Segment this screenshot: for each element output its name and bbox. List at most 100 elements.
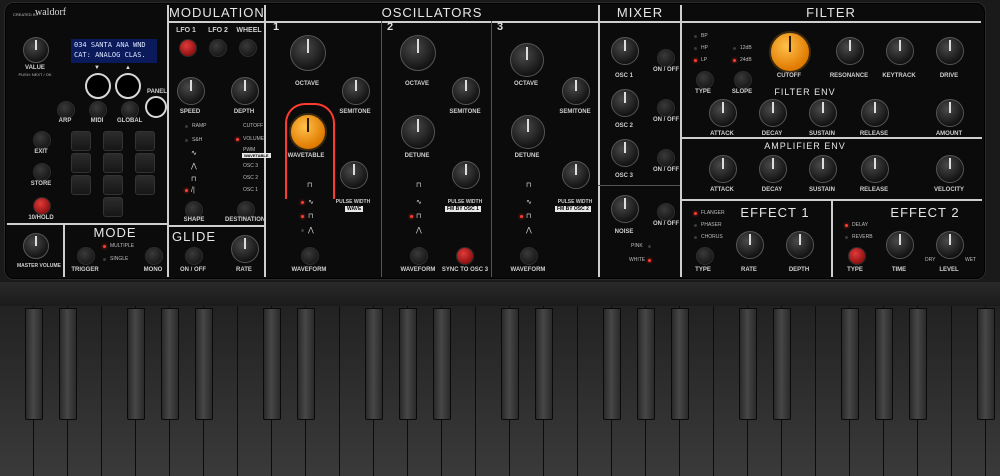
osc2-octave-knob[interactable] xyxy=(400,35,436,71)
black-key[interactable] xyxy=(25,308,43,420)
black-key[interactable] xyxy=(535,308,553,420)
black-key[interactable] xyxy=(501,308,519,420)
osc1-semitone-knob[interactable] xyxy=(342,77,370,105)
depth-knob[interactable] xyxy=(231,77,259,105)
black-key[interactable] xyxy=(773,308,791,420)
glide-rate-knob[interactable] xyxy=(231,235,259,263)
value-up-button[interactable] xyxy=(115,73,141,99)
black-key[interactable] xyxy=(875,308,893,420)
osc3-waveform-button[interactable] xyxy=(520,247,538,265)
value-down-button[interactable] xyxy=(85,73,111,99)
effect2-type-button[interactable] xyxy=(848,247,866,265)
exit-button[interactable] xyxy=(33,131,51,149)
effect1-depth-knob[interactable] xyxy=(786,231,814,259)
osc2-detune-knob[interactable] xyxy=(401,115,435,149)
lfo2-button[interactable] xyxy=(209,39,227,57)
master-volume-knob[interactable] xyxy=(23,233,49,259)
effect1-type-button[interactable] xyxy=(696,247,714,265)
amp-attack-knob[interactable] xyxy=(709,155,737,183)
noise-onoff-button[interactable] xyxy=(657,203,675,221)
panel-button[interactable] xyxy=(145,96,167,118)
black-key[interactable] xyxy=(841,308,859,420)
effect2-level-knob[interactable] xyxy=(936,231,964,259)
velocity-knob[interactable] xyxy=(936,155,964,183)
black-key[interactable] xyxy=(739,308,757,420)
sync-button[interactable] xyxy=(456,247,474,265)
number-pad-button[interactable] xyxy=(135,153,155,173)
black-key[interactable] xyxy=(977,308,995,420)
store-button[interactable] xyxy=(33,163,51,181)
number-pad-button[interactable] xyxy=(103,131,123,151)
black-key[interactable] xyxy=(433,308,451,420)
filter-type-button[interactable] xyxy=(696,71,714,89)
osc3-semitone-knob[interactable] xyxy=(562,77,590,105)
black-key[interactable] xyxy=(127,308,145,420)
black-key[interactable] xyxy=(161,308,179,420)
osc2-pulse-width-knob[interactable] xyxy=(452,161,480,189)
osc2-semitone-knob[interactable] xyxy=(452,77,480,105)
black-key[interactable] xyxy=(59,308,77,420)
osc3-detune-knob[interactable] xyxy=(511,115,545,149)
mixer-osc2-knob[interactable] xyxy=(611,89,639,117)
arp-button[interactable] xyxy=(57,101,75,119)
number-pad-button[interactable] xyxy=(71,153,91,173)
amp-release-knob[interactable] xyxy=(861,155,889,183)
lfo2-tab[interactable]: LFO 2 xyxy=(205,27,231,34)
mixer-osc2-onoff-button[interactable] xyxy=(657,99,675,117)
number-pad-button[interactable] xyxy=(103,197,123,217)
amp-sustain-knob[interactable] xyxy=(809,155,837,183)
resonance-knob[interactable] xyxy=(836,37,864,65)
trigger-button[interactable] xyxy=(77,247,95,265)
black-key[interactable] xyxy=(909,308,927,420)
midi-button[interactable] xyxy=(89,101,107,119)
hold-button[interactable] xyxy=(33,197,51,215)
filter-sustain-knob[interactable] xyxy=(809,99,837,127)
cutoff-knob[interactable] xyxy=(769,31,811,73)
black-key[interactable] xyxy=(195,308,213,420)
osc2-waveform-button[interactable] xyxy=(410,247,428,265)
black-key[interactable] xyxy=(297,308,315,420)
wheel-button[interactable] xyxy=(239,39,257,57)
mixer-osc1-knob[interactable] xyxy=(611,37,639,65)
filter-attack-knob[interactable] xyxy=(709,99,737,127)
amp-decay-knob[interactable] xyxy=(759,155,787,183)
white-label: WHITE xyxy=(629,257,646,263)
value-knob[interactable] xyxy=(23,37,49,63)
effect1-rate-knob[interactable] xyxy=(736,231,764,259)
noise-knob[interactable] xyxy=(611,195,639,223)
black-key[interactable] xyxy=(263,308,281,420)
number-pad-button[interactable] xyxy=(71,175,91,195)
osc1-waveform-button[interactable] xyxy=(301,247,319,265)
mixer-osc3-onoff-button[interactable] xyxy=(657,149,675,167)
black-key[interactable] xyxy=(603,308,621,420)
black-key[interactable] xyxy=(399,308,417,420)
black-key[interactable] xyxy=(365,308,383,420)
wavetable-knob[interactable] xyxy=(289,113,327,151)
mixer-osc3-knob[interactable] xyxy=(611,139,639,167)
mono-button[interactable] xyxy=(145,247,163,265)
osc1-octave-knob[interactable] xyxy=(290,35,326,71)
global-button[interactable] xyxy=(121,101,139,119)
osc3-octave-knob[interactable] xyxy=(510,43,544,77)
number-pad-button[interactable] xyxy=(103,153,123,173)
osc1-pulse-width-knob[interactable] xyxy=(340,161,368,189)
speed-knob[interactable] xyxy=(177,77,205,105)
number-pad-button[interactable] xyxy=(135,131,155,151)
number-pad-button[interactable] xyxy=(71,131,91,151)
number-pad-button[interactable] xyxy=(135,175,155,195)
glide-onoff-button[interactable] xyxy=(185,247,203,265)
filter-release-knob[interactable] xyxy=(861,99,889,127)
drive-knob[interactable] xyxy=(936,37,964,65)
lfo1-button[interactable] xyxy=(179,39,197,57)
mixer-osc1-onoff-button[interactable] xyxy=(657,49,675,67)
lfo1-tab[interactable]: LFO 1 xyxy=(173,27,199,34)
wheel-tab[interactable]: WHEEL xyxy=(235,27,263,34)
filter-decay-knob[interactable] xyxy=(759,99,787,127)
osc3-pulse-width-knob[interactable] xyxy=(562,161,590,189)
filter-amount-knob[interactable] xyxy=(936,99,964,127)
number-pad-button[interactable] xyxy=(103,175,123,195)
black-key[interactable] xyxy=(671,308,689,420)
black-key[interactable] xyxy=(637,308,655,420)
effect2-time-knob[interactable] xyxy=(886,231,914,259)
keytrack-knob[interactable] xyxy=(886,37,914,65)
